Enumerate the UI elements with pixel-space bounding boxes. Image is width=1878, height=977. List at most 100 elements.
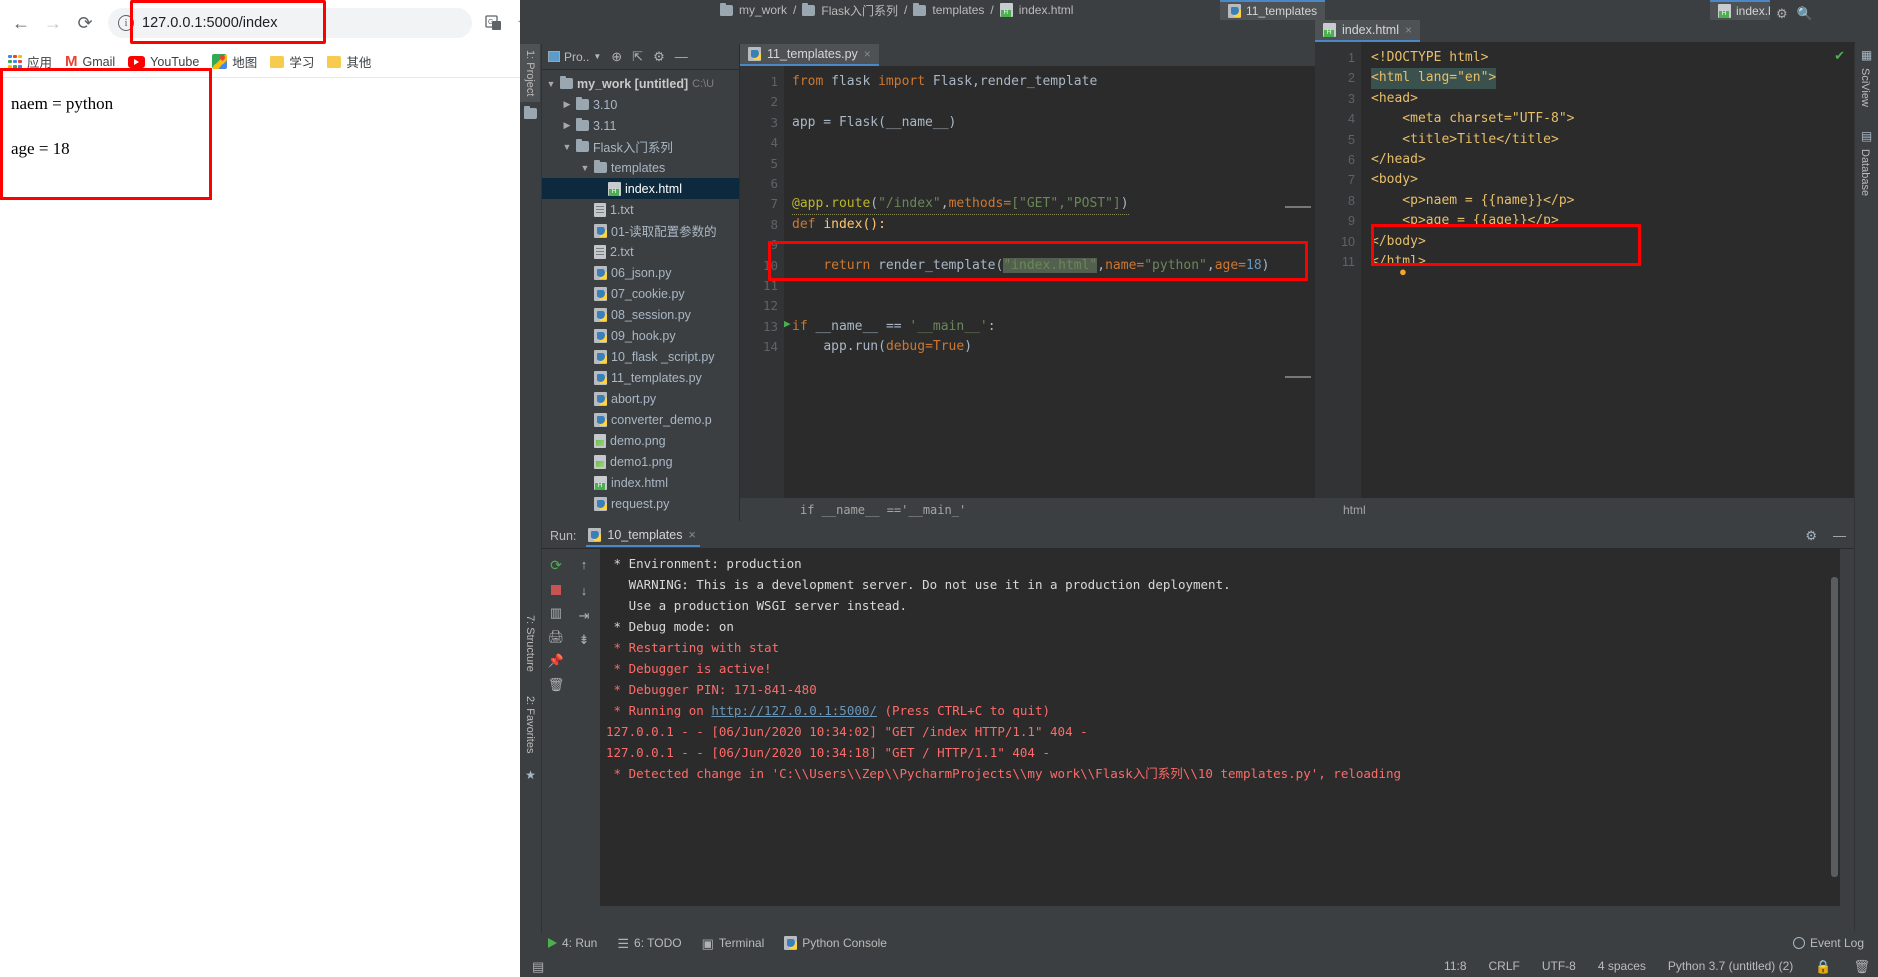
tree-row-index-html-templates[interactable]: index.html xyxy=(542,178,739,199)
pin-icon[interactable]: 📌 xyxy=(548,654,564,667)
run-gutter-icon[interactable]: ▶ xyxy=(784,317,791,330)
run-tab-10-templates[interactable]: 10_templates × xyxy=(586,525,700,547)
python-code-area[interactable]: 1 2 3 4 5 6 7 8 9 10 11 12 13 14 ▶ from … xyxy=(740,66,1315,521)
breadcrumb-segment[interactable]: index.html xyxy=(1019,3,1074,17)
favorites-star-icon[interactable]: ★ xyxy=(520,768,541,782)
panel-settings-gear-icon[interactable]: ⚙ xyxy=(653,50,665,63)
inspection-ok-icon[interactable]: ✔ xyxy=(1834,48,1845,64)
html-code-area[interactable]: 1 2 3 4 5 6 7 8 9 10 11 <!DOCTYPE html> … xyxy=(1315,42,1855,521)
tree-row-converter-demo[interactable]: converter_demo.p xyxy=(542,409,739,430)
bookmark-item-study[interactable]: 学习 xyxy=(270,52,314,71)
tree-row-1-txt[interactable]: 1.txt xyxy=(542,199,739,220)
console-scrollbar[interactable] xyxy=(1831,577,1838,877)
close-icon[interactable]: × xyxy=(1405,23,1412,37)
breadcrumb-segment[interactable]: my_work xyxy=(739,3,787,17)
rail-item-structure[interactable]: 7: Structure xyxy=(520,609,540,678)
run-settings-gear-icon[interactable]: ⚙ xyxy=(1805,528,1817,544)
scroll-to-end-icon[interactable]: ⇟ xyxy=(579,633,590,646)
toolwin-todo[interactable]: ☰ 6: TODO xyxy=(617,936,681,950)
soft-wrap-icon[interactable]: ⇥ xyxy=(579,609,590,622)
event-log-label: Event Log xyxy=(1809,936,1864,950)
rail-item-favorites[interactable]: 2: Favorites xyxy=(520,690,540,759)
chevron-down-icon[interactable]: ▼ xyxy=(580,163,590,173)
tree-row-index-html[interactable]: index.html xyxy=(542,472,739,493)
tree-row-demo1-png[interactable]: demo1.png xyxy=(542,451,739,472)
toolwin-terminal[interactable]: ▣ Terminal xyxy=(702,936,765,950)
hide-panel-icon[interactable]: — xyxy=(675,50,688,63)
tab-index-html[interactable]: index.html × xyxy=(1315,20,1420,42)
tree-row-2-txt[interactable]: 2.txt xyxy=(542,241,739,262)
scroll-from-source-icon[interactable]: ⊕ xyxy=(611,50,622,63)
tree-row-abort[interactable]: abort.py xyxy=(542,388,739,409)
tree-row-templates[interactable]: ▼ templates xyxy=(542,157,739,178)
bookmark-item-youtube[interactable]: YouTube xyxy=(128,55,199,69)
file-encoding[interactable]: UTF-8 xyxy=(1542,959,1576,973)
console-line: * Restarting with stat xyxy=(606,640,780,655)
tree-row-3-10[interactable]: ▶ 3.10 xyxy=(542,94,739,115)
rail-item-sciview[interactable]: SciView xyxy=(1855,62,1875,113)
reload-button[interactable]: ⟳ xyxy=(70,8,100,38)
close-icon[interactable]: × xyxy=(688,528,695,542)
tree-row-11-templates[interactable]: 11_templates.py xyxy=(542,367,739,388)
tree-row-06-json[interactable]: 06_json.py xyxy=(542,262,739,283)
collapse-all-icon[interactable]: ⇱ xyxy=(632,50,643,63)
tree-row-09-hook[interactable]: 09_hook.py xyxy=(542,325,739,346)
caret-position[interactable]: 11:8 xyxy=(1444,959,1466,973)
tab-11-templates-top[interactable]: 11_templates xyxy=(1220,0,1326,20)
chevron-down-icon[interactable]: ▼ xyxy=(546,79,556,89)
settings-gear-icon[interactable]: ⚙ xyxy=(1776,7,1788,20)
address-bar[interactable]: i 127.0.0.1:5000/index xyxy=(108,0,472,44)
bookmark-item-apps[interactable]: 应用 xyxy=(8,52,52,71)
toolwin-python-console[interactable]: Python Console xyxy=(784,936,887,950)
project-view-selector[interactable]: Pro.. ▼ xyxy=(548,50,601,64)
up-arrow-icon[interactable]: ↑ xyxy=(581,557,588,572)
event-log-button[interactable]: Event Log xyxy=(1792,936,1864,950)
stop-icon[interactable] xyxy=(551,585,561,595)
back-button[interactable]: ← xyxy=(6,8,36,38)
tree-row-request[interactable]: request.py xyxy=(542,493,739,514)
print-icon[interactable]: 🖨 xyxy=(548,630,565,643)
forward-button[interactable]: → xyxy=(38,8,68,38)
bookmark-item-gmail[interactable]: M Gmail xyxy=(65,54,115,69)
close-icon[interactable]: × xyxy=(864,47,871,61)
rail-item-database[interactable]: Database xyxy=(1855,143,1875,202)
site-info-icon[interactable]: i xyxy=(118,15,134,31)
bookmark-item-maps[interactable]: 地图 xyxy=(212,52,257,71)
lock-icon[interactable]: 🔒 xyxy=(1815,960,1831,973)
tree-row-flask-series[interactable]: ▼ Flask入门系列 xyxy=(542,136,739,157)
intention-bulb-icon[interactable]: ● xyxy=(1399,264,1407,279)
chevron-right-icon[interactable]: ▶ xyxy=(562,120,572,131)
tab-11-templates-py[interactable]: 11_templates.py × xyxy=(740,44,879,66)
trash-status-icon[interactable]: 🗑 xyxy=(1853,960,1870,973)
tree-row-root[interactable]: ▼ my_work [untitled] C:\U xyxy=(542,73,739,94)
tree-row-01-config[interactable]: 01-读取配置参数的 xyxy=(542,220,739,241)
toolwin-run[interactable]: 4: Run xyxy=(548,936,597,950)
python-interpreter[interactable]: Python 3.7 (untitled) (2) xyxy=(1668,959,1793,973)
down-arrow-icon[interactable]: ↓ xyxy=(581,583,588,598)
layout-toggle-icon[interactable]: ▤ xyxy=(532,960,544,973)
search-icon[interactable]: 🔍 xyxy=(1797,7,1813,20)
rerun-icon[interactable]: ⟳ xyxy=(550,557,562,574)
line-separator[interactable]: CRLF xyxy=(1489,959,1520,973)
indent-setting[interactable]: 4 spaces xyxy=(1598,959,1646,973)
tree-row-10-flask-script[interactable]: 10_flask _script.py xyxy=(542,346,739,367)
bookmark-item-other[interactable]: 其他 xyxy=(327,52,371,71)
hide-run-panel-icon[interactable]: — xyxy=(1833,529,1846,542)
tree-row-08-session[interactable]: 08_session.py xyxy=(542,304,739,325)
run-console-output[interactable]: * Environment: production WARNING: This … xyxy=(600,549,1840,906)
rail-item-project[interactable]: 1: Project xyxy=(520,44,540,103)
toggle-tasks-icon[interactable]: ▥ xyxy=(550,606,562,619)
tree-row-demo-png[interactable]: demo.png xyxy=(542,430,739,451)
chevron-down-icon[interactable]: ▼ xyxy=(562,142,572,152)
console-link[interactable]: http://127.0.0.1:5000/ xyxy=(711,703,877,718)
tree-row-07-cookie[interactable]: 07_cookie.py xyxy=(542,283,739,304)
chevron-right-icon[interactable]: ▶ xyxy=(562,99,572,110)
trash-icon[interactable]: 🗑 xyxy=(548,678,565,691)
line-number: 6 xyxy=(1348,152,1355,167)
tree-row-response[interactable]: response.py xyxy=(542,514,739,518)
breadcrumb-segment[interactable]: Flask入门系列 xyxy=(821,2,898,19)
tree-row-3-11[interactable]: ▶ 3.11 xyxy=(542,115,739,136)
breadcrumb-segment[interactable]: templates xyxy=(932,3,984,17)
translate-icon[interactable]: G xyxy=(480,9,508,37)
